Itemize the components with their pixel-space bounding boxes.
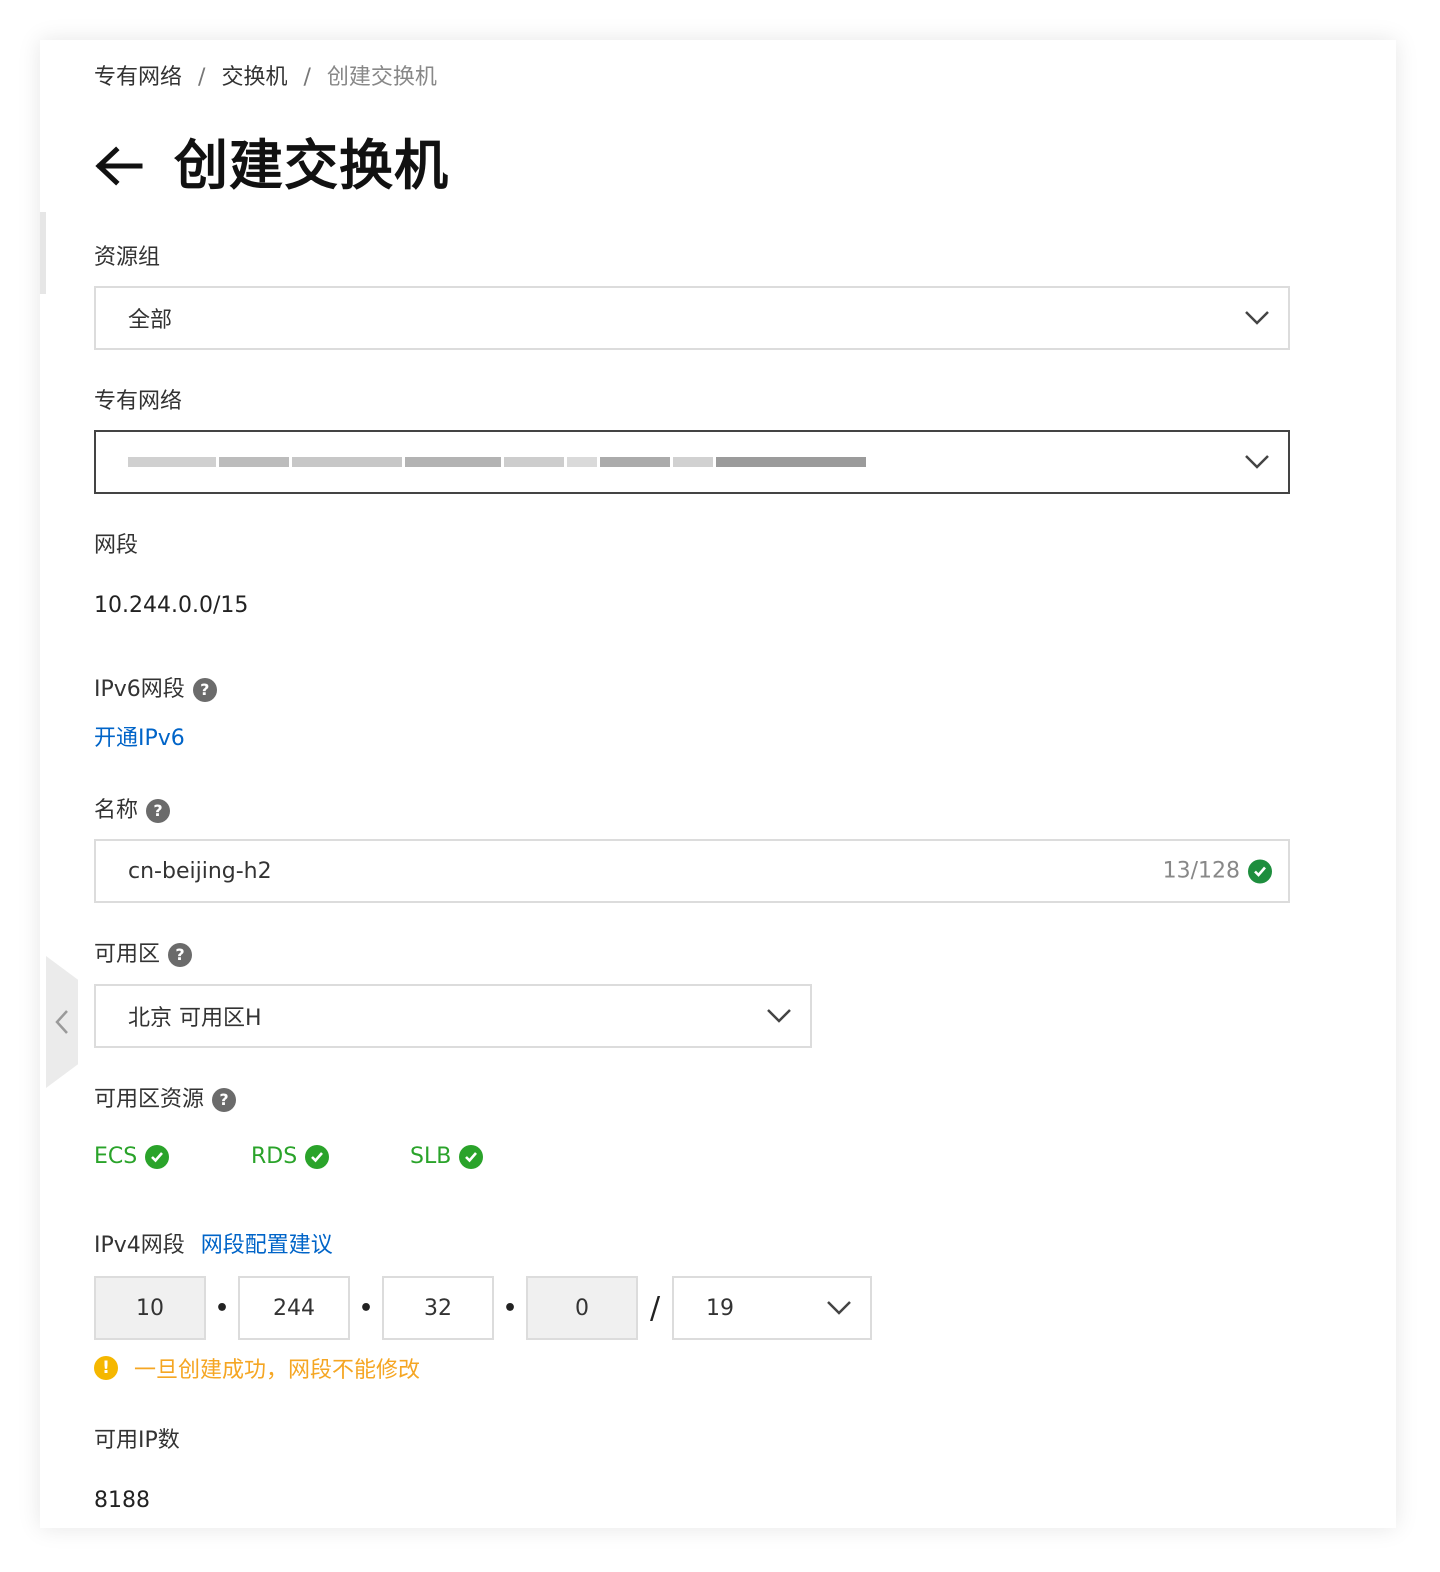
available-ips-label-text: 可用IP数 (94, 1428, 180, 1453)
name-input[interactable]: cn-beijing-h2 13/128 (94, 839, 1290, 903)
resource-rds: RDS (251, 1144, 410, 1169)
vpc-label-text: 专有网络 (94, 389, 183, 414)
zone-resources-label: 可用区资源 ? (94, 1084, 237, 1116)
ipv6-label: IPv6网段 ? (94, 674, 217, 706)
zone-select[interactable]: 北京 可用区H (94, 984, 812, 1048)
help-icon[interactable]: ? (212, 1088, 237, 1112)
check-circle-icon (459, 1144, 484, 1169)
zone-label: 可用区 ? (94, 939, 193, 971)
cidr-label-text: 网段 (94, 533, 139, 558)
chevron-left-icon (55, 1010, 68, 1034)
subnet-mask-select[interactable]: 19 (672, 1276, 872, 1340)
name-label: 名称 ? (94, 795, 171, 827)
help-icon[interactable]: ? (168, 943, 193, 967)
chevron-down-icon (767, 1009, 791, 1023)
name-counter-text: 13/128 (1162, 858, 1240, 884)
breadcrumb-item-vswitch[interactable]: 交换机 (221, 62, 287, 94)
resource-slb: SLB (410, 1144, 484, 1169)
ipv4-label-text: IPv4网段 (94, 1233, 185, 1258)
sidebar-collapse-handle[interactable] (46, 956, 78, 1088)
resource-group-label-text: 资源组 (94, 245, 161, 270)
help-icon[interactable]: ? (146, 799, 171, 823)
vpc-value-redacted (128, 447, 866, 477)
name-input-value: cn-beijing-h2 (128, 858, 272, 884)
resource-group-select[interactable]: 全部 (94, 286, 1290, 350)
console-window: 专有网络 / 交换机 / 创建交换机 创建交换机 资源组 全部 专有网络 网段 … (40, 40, 1396, 1528)
name-char-counter: 13/128 (1163, 859, 1272, 884)
octet-separator: • (502, 1295, 518, 1321)
mask-separator: / (649, 1290, 661, 1326)
cidr-warning-text: 一旦创建成功，网段不能修改 (134, 1358, 421, 1383)
check-circle-icon (305, 1144, 330, 1169)
chevron-down-icon (1245, 311, 1269, 325)
octet-separator: • (358, 1295, 374, 1321)
check-circle-icon (1248, 859, 1272, 883)
enable-ipv6-link[interactable]: 开通IPv6 (94, 723, 185, 755)
page-title-row: 创建交换机 (94, 134, 449, 198)
resource-ecs-label: ECS (94, 1144, 138, 1169)
subnet-mask-value: 19 (706, 1295, 734, 1321)
back-arrow-icon[interactable] (94, 140, 146, 192)
resource-slb-label: SLB (410, 1144, 452, 1169)
ipv4-octet-3[interactable]: 32 (382, 1276, 494, 1340)
resource-group-label: 资源组 (94, 242, 160, 274)
breadcrumb-separator: / (198, 65, 206, 90)
check-circle-icon (145, 1144, 170, 1169)
zone-resources-list: ECS RDS SLB (94, 1144, 484, 1169)
vpc-select[interactable] (94, 430, 1290, 494)
sidebar-edge (40, 212, 46, 294)
cidr-suggestion-link[interactable]: 网段配置建议 (201, 1230, 333, 1262)
ipv4-label: IPv4网段 网段配置建议 (94, 1230, 333, 1262)
cidr-value: 10.244.0.0/15 (94, 593, 249, 618)
vpc-label: 专有网络 (94, 386, 182, 418)
resource-ecs: ECS (94, 1144, 251, 1169)
resource-rds-label: RDS (251, 1144, 298, 1169)
breadcrumb-item-vpc[interactable]: 专有网络 (94, 62, 182, 94)
warning-icon: ! (94, 1356, 118, 1380)
ipv6-label-text: IPv6网段 (94, 677, 185, 702)
ipv4-octet-4: 0 (526, 1276, 638, 1340)
zone-value: 北京 可用区H (128, 1006, 262, 1031)
ipv4-octet-2[interactable]: 244 (238, 1276, 350, 1340)
available-ips-value: 8188 (94, 1488, 150, 1513)
breadcrumb-current: 创建交换机 (326, 65, 437, 90)
breadcrumb: 专有网络 / 交换机 / 创建交换机 (94, 62, 437, 94)
cidr-label: 网段 (94, 530, 138, 562)
breadcrumb-separator: / (303, 65, 311, 90)
chevron-down-icon (1245, 455, 1269, 469)
chevron-down-icon (827, 1301, 851, 1315)
octet-separator: • (214, 1295, 230, 1321)
ipv4-cidr-inputs: 10 • 244 • 32 • 0 / 19 (94, 1276, 872, 1340)
name-label-text: 名称 (94, 798, 139, 823)
available-ips-label: 可用IP数 (94, 1425, 180, 1457)
zone-label-text: 可用区 (94, 942, 161, 967)
zone-resources-label-text: 可用区资源 (94, 1087, 205, 1112)
ipv4-octet-1: 10 (94, 1276, 206, 1340)
help-icon[interactable]: ? (192, 678, 217, 702)
page-title: 创建交换机 (174, 134, 449, 197)
resource-group-value: 全部 (128, 308, 173, 333)
cidr-warning: ! 一旦创建成功，网段不能修改 (94, 1352, 420, 1384)
